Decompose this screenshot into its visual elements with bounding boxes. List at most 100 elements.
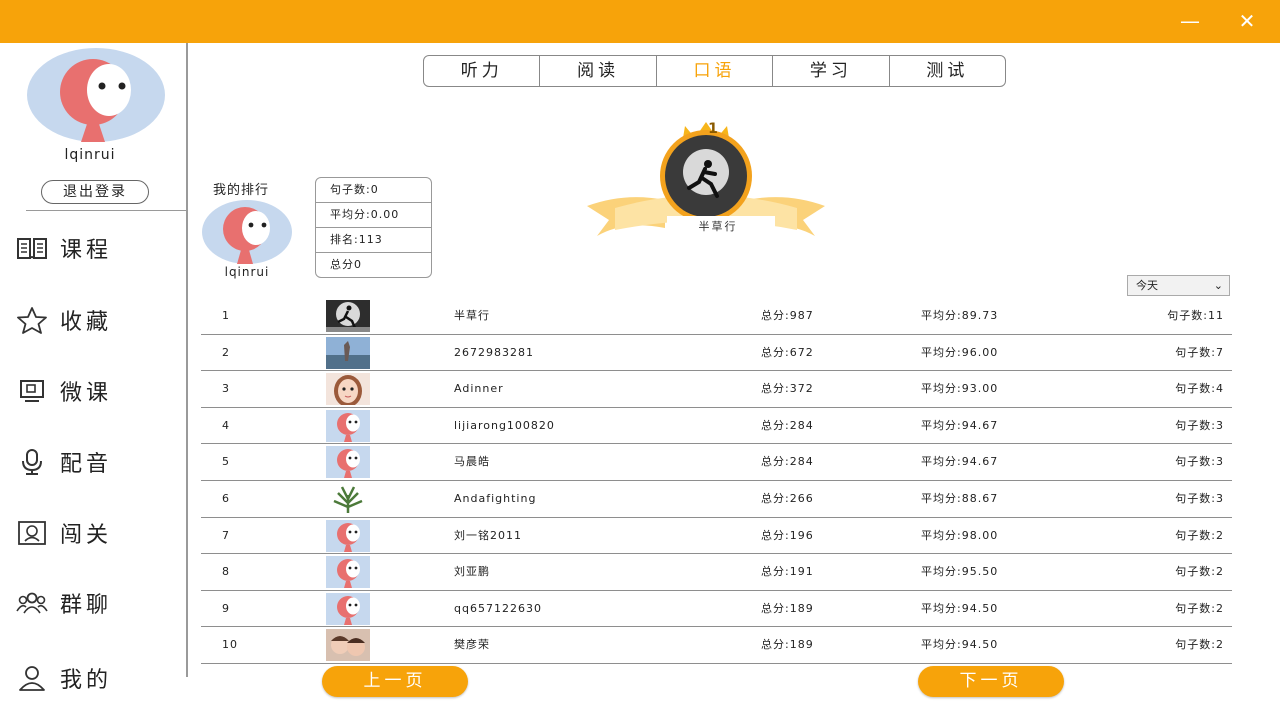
row-name: 刘一铭2011 [454, 528, 522, 542]
nav-group-chat[interactable]: 群聊 [16, 583, 186, 623]
chevron-down-icon: ⌄ [1213, 279, 1223, 292]
logout-button[interactable]: 退出登录 [41, 180, 149, 204]
leaderboard: 1 半草行 总分:987 平均分:89.73 句子数:11 2 2672983281 总分:6… [201, 298, 1232, 664]
table-row[interactable]: 9 qq657122630 总分:189 平均分:94.50 句子数:2 [201, 591, 1232, 628]
row-sentence-count: 句子数:4 [1175, 382, 1224, 396]
row-name: qq657122630 [454, 601, 542, 615]
row-average-score: 平均分:94.67 [921, 418, 999, 432]
row-rank: 9 [222, 601, 230, 615]
row-name: 马晨皓 [454, 455, 490, 469]
user-icon [19, 666, 45, 691]
prev-page-button[interactable]: 上一页 [322, 666, 468, 697]
tab-speaking[interactable]: 口语 [657, 56, 774, 86]
row-sentence-count: 句子数:7 [1175, 345, 1224, 359]
table-row[interactable]: 8 刘亚鹏 总分:191 平均分:95.50 句子数:2 [201, 554, 1232, 591]
screen-icon [20, 380, 44, 402]
tab-study[interactable]: 学习 [773, 56, 890, 86]
row-sentence-count: 句子数:11 [1167, 309, 1224, 322]
row-name: Adinner [454, 382, 504, 396]
period-select[interactable]: 今天 ⌄ [1127, 275, 1230, 296]
row-total-score: 总分:196 [761, 528, 814, 542]
row-sentence-count: 句子数:3 [1175, 455, 1224, 469]
period-selected: 今天 [1136, 279, 1158, 292]
row-total-score: 总分:189 [761, 638, 814, 652]
nav-label: 群聊 [60, 593, 113, 618]
nav-favorites[interactable]: 收藏 [16, 300, 186, 340]
row-rank: 7 [222, 528, 230, 542]
row-total-score: 总分:372 [761, 382, 814, 396]
nav-dubbing[interactable]: 配音 [16, 442, 186, 482]
user-avatar[interactable] [27, 48, 165, 142]
book-icon [17, 238, 47, 259]
row-average-score: 平均分:94.50 [921, 601, 999, 615]
row-name: lijiarong100820 [454, 418, 555, 432]
row-average-score: 平均分:88.67 [921, 491, 999, 505]
group-icon [16, 592, 48, 614]
row-average-score: 平均分:98.00 [921, 528, 999, 542]
table-row[interactable]: 4 lijiarong100820 总分:284 平均分:94.67 句子数:3 [201, 408, 1232, 445]
sidebar-divider [186, 43, 188, 677]
close-button[interactable]: ✕ [1233, 8, 1261, 34]
row-average-score: 平均分:96.00 [921, 345, 999, 359]
table-row[interactable]: 2 2672983281 总分:672 平均分:96.00 句子数:7 [201, 335, 1232, 372]
username: lqinrui [64, 147, 116, 163]
row-avatar [326, 556, 370, 589]
nav-challenge[interactable]: 闯关 [16, 513, 186, 553]
tab-test[interactable]: 测试 [890, 56, 1005, 86]
nav-label: 闯关 [60, 523, 113, 548]
row-sentence-count: 句子数:3 [1175, 418, 1224, 432]
my-rank-position: 排名:113 [316, 228, 431, 253]
microphone-icon [22, 449, 42, 475]
nav-label: 课程 [60, 238, 113, 263]
row-sentence-count: 句子数:2 [1175, 565, 1224, 579]
row-name: 刘亚鹏 [454, 565, 490, 579]
badge-icon [18, 521, 46, 545]
row-average-score: 平均分:94.50 [921, 638, 999, 652]
table-row[interactable]: 6 Andafighting 总分:266 平均分:88.67 句子数:3 [201, 481, 1232, 518]
row-avatar [326, 482, 370, 515]
row-avatar [326, 409, 370, 442]
row-rank: 8 [222, 565, 230, 579]
row-total-score: 总分:191 [761, 565, 814, 579]
row-rank: 4 [222, 418, 230, 432]
table-row[interactable]: 5 马晨皓 总分:284 平均分:94.67 句子数:3 [201, 444, 1232, 481]
row-avatar [326, 373, 370, 408]
row-sentence-count: 句子数:2 [1175, 601, 1224, 615]
row-average-score: 平均分:93.00 [921, 382, 999, 396]
nav-courses[interactable]: 课程 [16, 228, 186, 268]
my-stats: 句子数:0 平均分:0.00 排名:113 总分0 [315, 177, 432, 278]
table-row[interactable]: 1 半草行 总分:987 平均分:89.73 句子数:11 [201, 298, 1232, 335]
tab-reading[interactable]: 阅读 [540, 56, 657, 86]
nav-label: 微课 [60, 381, 113, 406]
nav-microlessons[interactable]: 微课 [16, 371, 186, 411]
row-total-score: 总分:987 [761, 309, 814, 322]
my-total-score: 总分0 [330, 258, 362, 271]
row-total-score: 总分:672 [761, 345, 814, 359]
row-rank: 5 [222, 455, 230, 469]
nav-profile[interactable]: 我的 [16, 658, 186, 698]
nav-label: 配音 [60, 452, 113, 477]
nav-label: 收藏 [60, 310, 113, 335]
top-rank-name: 半草行 [698, 220, 738, 233]
my-sentence-count: 句子数:0 [316, 178, 431, 203]
category-tabs: 听力 阅读 口语 学习 测试 [423, 55, 1006, 87]
next-page-button[interactable]: 下一页 [918, 666, 1064, 697]
row-rank: 2 [222, 345, 230, 359]
row-average-score: 平均分:89.73 [921, 309, 999, 322]
row-total-score: 总分:189 [761, 601, 814, 615]
my-username: lqinrui [224, 265, 270, 279]
sidebar-separator [26, 210, 186, 211]
row-average-score: 平均分:95.50 [921, 565, 999, 579]
row-total-score: 总分:284 [761, 418, 814, 432]
row-avatar [326, 446, 370, 479]
minimize-button[interactable]: — [1176, 8, 1204, 34]
tab-listening[interactable]: 听力 [424, 56, 541, 86]
top-rank-number: 1 [708, 121, 718, 137]
table-row[interactable]: 3 Adinner 总分:372 平均分:93.00 句子数:4 [201, 371, 1232, 408]
row-sentence-count: 句子数:3 [1175, 491, 1224, 505]
row-avatar [326, 629, 370, 662]
table-row[interactable]: 7 刘一铭2011 总分:196 平均分:98.00 句子数:2 [201, 518, 1232, 555]
row-name: Andafighting [454, 491, 537, 505]
row-rank: 10 [222, 638, 238, 652]
table-row[interactable]: 10 樊彦荣 总分:189 平均分:94.50 句子数:2 [201, 627, 1232, 664]
